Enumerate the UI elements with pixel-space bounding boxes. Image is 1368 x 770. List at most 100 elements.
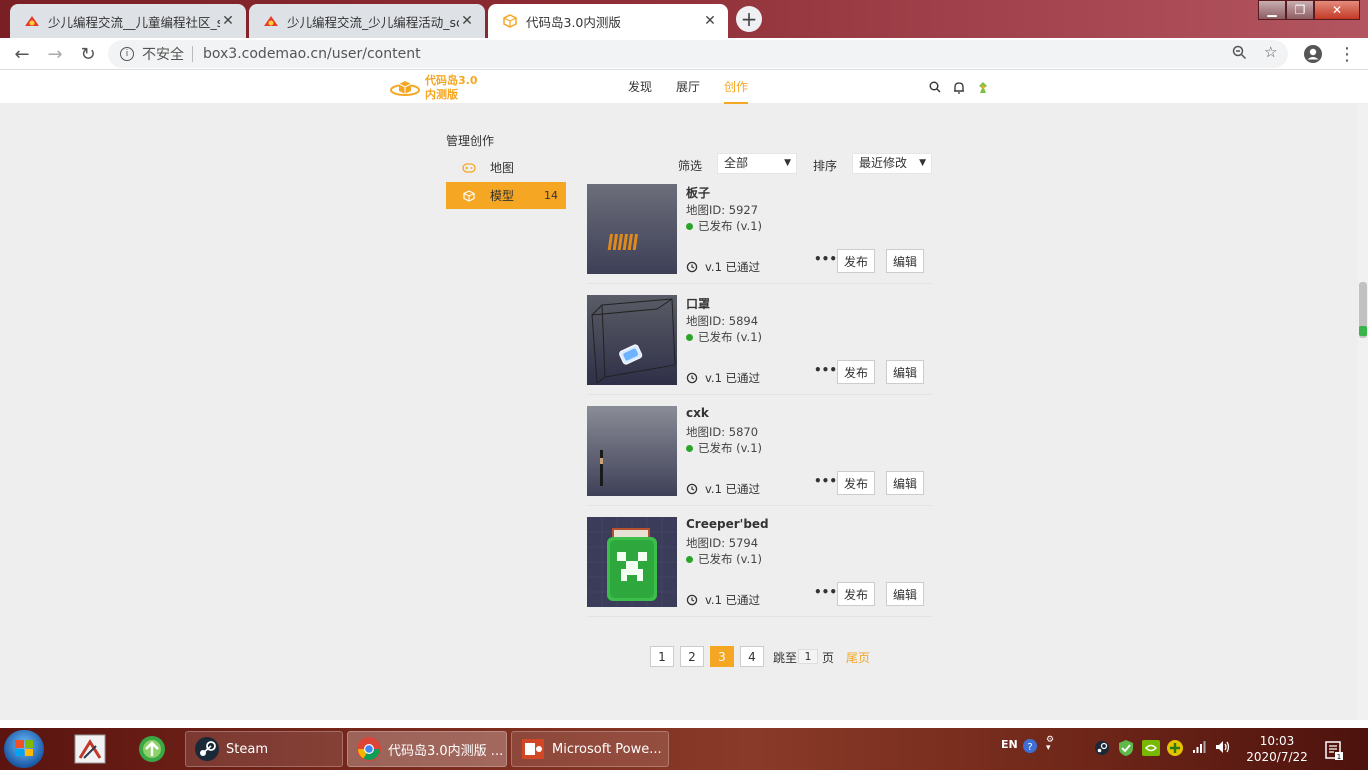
steam-icon <box>195 737 219 761</box>
ime-settings-icon[interactable]: ⚙ ▾ <box>1046 736 1054 753</box>
page-button-4[interactable]: 4 <box>740 646 764 667</box>
user-avatar[interactable] <box>976 80 990 94</box>
model-id: 地图ID: 5894 <box>686 314 759 328</box>
taskbar-app-label: 代码岛3.0内测版 ... <box>388 743 504 759</box>
sort-label: 排序 <box>813 159 838 173</box>
add-app-icon[interactable] <box>1166 739 1184 760</box>
system-clock[interactable]: 10:03 2020/7/22 <box>1246 733 1308 765</box>
taskbar-app-label: Microsoft Powe... <box>552 741 662 757</box>
pinned-app-icon[interactable] <box>72 732 108 766</box>
version-text: v.1 已通过 <box>705 593 761 607</box>
publish-button[interactable]: 发布 <box>837 471 875 495</box>
minimize-icon[interactable]: ▁ <box>1258 0 1286 20</box>
notification-center-icon[interactable]: 1 <box>1324 740 1344 761</box>
language-indicator[interactable]: EN <box>1001 738 1018 751</box>
logo-subtitle: 内测版 <box>425 88 458 101</box>
address-bar[interactable]: i 不安全 box3.codemao.cn/user/content ☆ <box>108 40 1288 68</box>
url-text[interactable]: box3.codemao.cn/user/content <box>203 46 421 62</box>
divider <box>192 46 193 62</box>
model-card: 口罩 地图ID: 5894 已发布 (v.1) v.1 已通过 ••• 发布 编… <box>587 295 931 395</box>
taskbar-app-steam[interactable]: Steam <box>185 731 343 767</box>
edit-button[interactable]: 编辑 <box>886 582 924 606</box>
bell-icon[interactable] <box>952 80 966 94</box>
steam-tray-icon[interactable] <box>1094 740 1110 759</box>
svg-text:1: 1 <box>1337 753 1341 760</box>
nav-gallery[interactable]: 展厅 <box>676 71 700 104</box>
model-name: 口罩 <box>686 297 711 311</box>
sort-value: 最近修改 <box>859 156 908 170</box>
publish-button[interactable]: 发布 <box>837 360 875 384</box>
model-card: 板子 地图ID: 5927 已发布 (v.1) v.1 已通过 ••• 发布 编… <box>587 184 931 284</box>
version-text: v.1 已通过 <box>705 371 761 385</box>
taskbar-app-chrome[interactable]: 代码岛3.0内测版 ... <box>347 731 507 767</box>
more-options-icon[interactable]: ••• <box>814 363 837 377</box>
sidebar-item-models[interactable]: 模型 14 <box>446 182 566 209</box>
model-id: 地图ID: 5870 <box>686 425 759 439</box>
maximize-icon[interactable]: ❐ <box>1286 0 1314 20</box>
window-controls: ▁ ❐ ✕ <box>1258 0 1360 20</box>
publish-button[interactable]: 发布 <box>837 249 875 273</box>
search-icon[interactable] <box>928 80 942 94</box>
more-options-icon[interactable]: ••• <box>814 252 837 266</box>
filter-select[interactable]: 全部 ▼ <box>717 153 797 174</box>
version-text: v.1 已通过 <box>705 482 761 496</box>
reload-icon[interactable]: ↻ <box>76 42 100 66</box>
page-button-2[interactable]: 2 <box>680 646 704 667</box>
help-icon[interactable]: ? <box>1022 738 1038 757</box>
tab-close-icon[interactable]: ✕ <box>459 13 475 29</box>
model-thumbnail[interactable] <box>587 184 677 274</box>
edit-button[interactable]: 编辑 <box>886 249 924 273</box>
model-id: 地图ID: 5794 <box>686 536 759 550</box>
jump-page-input[interactable]: 1 <box>798 649 818 664</box>
nvidia-icon[interactable] <box>1142 740 1160 759</box>
sidebar-item-label: 模型 <box>490 189 515 203</box>
back-icon[interactable]: ← <box>10 42 34 66</box>
history-icon <box>686 594 698 606</box>
new-tab-button[interactable]: + <box>736 6 762 32</box>
edit-button[interactable]: 编辑 <box>886 471 924 495</box>
sort-select[interactable]: 最近修改 ▼ <box>852 153 932 174</box>
info-icon[interactable]: i <box>120 47 134 61</box>
header-icons <box>928 80 990 94</box>
model-thumbnail[interactable] <box>587 295 677 385</box>
taskbar-app-powerpoint[interactable]: Microsoft Powe... <box>511 731 669 767</box>
nav-discover[interactable]: 发现 <box>628 71 652 104</box>
site-logo[interactable]: 代码岛3.0 内测版 <box>389 74 478 102</box>
browser-tab-3-active[interactable]: 代码岛3.0内测版 ✕ <box>488 4 728 38</box>
browser-tab-2[interactable]: 少儿编程交流_少儿编程活动_scratch ✕ <box>249 4 485 38</box>
close-window-icon[interactable]: ✕ <box>1314 0 1360 20</box>
volume-icon[interactable] <box>1214 739 1232 758</box>
review-status: v.1 已通过 <box>686 259 760 275</box>
more-options-icon[interactable]: ••• <box>814 585 837 599</box>
more-options-icon[interactable]: ••• <box>814 474 837 488</box>
pinned-browser-icon[interactable] <box>134 732 170 766</box>
tab-close-icon[interactable]: ✕ <box>220 13 236 29</box>
zoom-icon[interactable] <box>1232 45 1247 64</box>
browser-menu-icon[interactable]: ⋮ <box>1335 42 1359 66</box>
edit-button[interactable]: 编辑 <box>886 360 924 384</box>
page-button-1[interactable]: 1 <box>650 646 674 667</box>
tab-title: 少儿编程交流__儿童编程社区_scratch <box>48 14 220 30</box>
nav-create[interactable]: 创作 <box>724 71 749 104</box>
sidebar-item-maps[interactable]: 地图 <box>446 154 566 181</box>
chrome-icon <box>357 737 381 761</box>
powerpoint-icon <box>522 739 544 759</box>
status-dot-icon <box>686 333 693 341</box>
site-nav: 发现 展厅 创作 <box>628 71 772 104</box>
model-thumbnail[interactable] <box>587 406 677 496</box>
page-button-3-current[interactable]: 3 <box>710 646 734 667</box>
browser-tab-1[interactable]: 少儿编程交流__儿童编程社区_scratch ✕ <box>10 4 246 38</box>
security-shield-icon[interactable] <box>1118 739 1134 760</box>
tab-close-icon[interactable]: ✕ <box>702 13 718 29</box>
status-dot-icon <box>686 444 693 452</box>
profile-avatar-icon[interactable] <box>1301 42 1325 66</box>
status-text: 已发布 (v.1) <box>698 441 763 455</box>
publish-button[interactable]: 发布 <box>837 582 875 606</box>
model-thumbnail[interactable] <box>587 517 677 607</box>
bookmark-star-icon[interactable]: ☆ <box>1264 43 1277 61</box>
network-signal-icon[interactable] <box>1192 740 1206 757</box>
history-icon <box>686 261 698 273</box>
forward-icon[interactable]: → <box>43 42 67 66</box>
last-page-link[interactable]: 尾页 <box>846 649 870 666</box>
page-scrollbar[interactable] <box>1358 104 1368 720</box>
